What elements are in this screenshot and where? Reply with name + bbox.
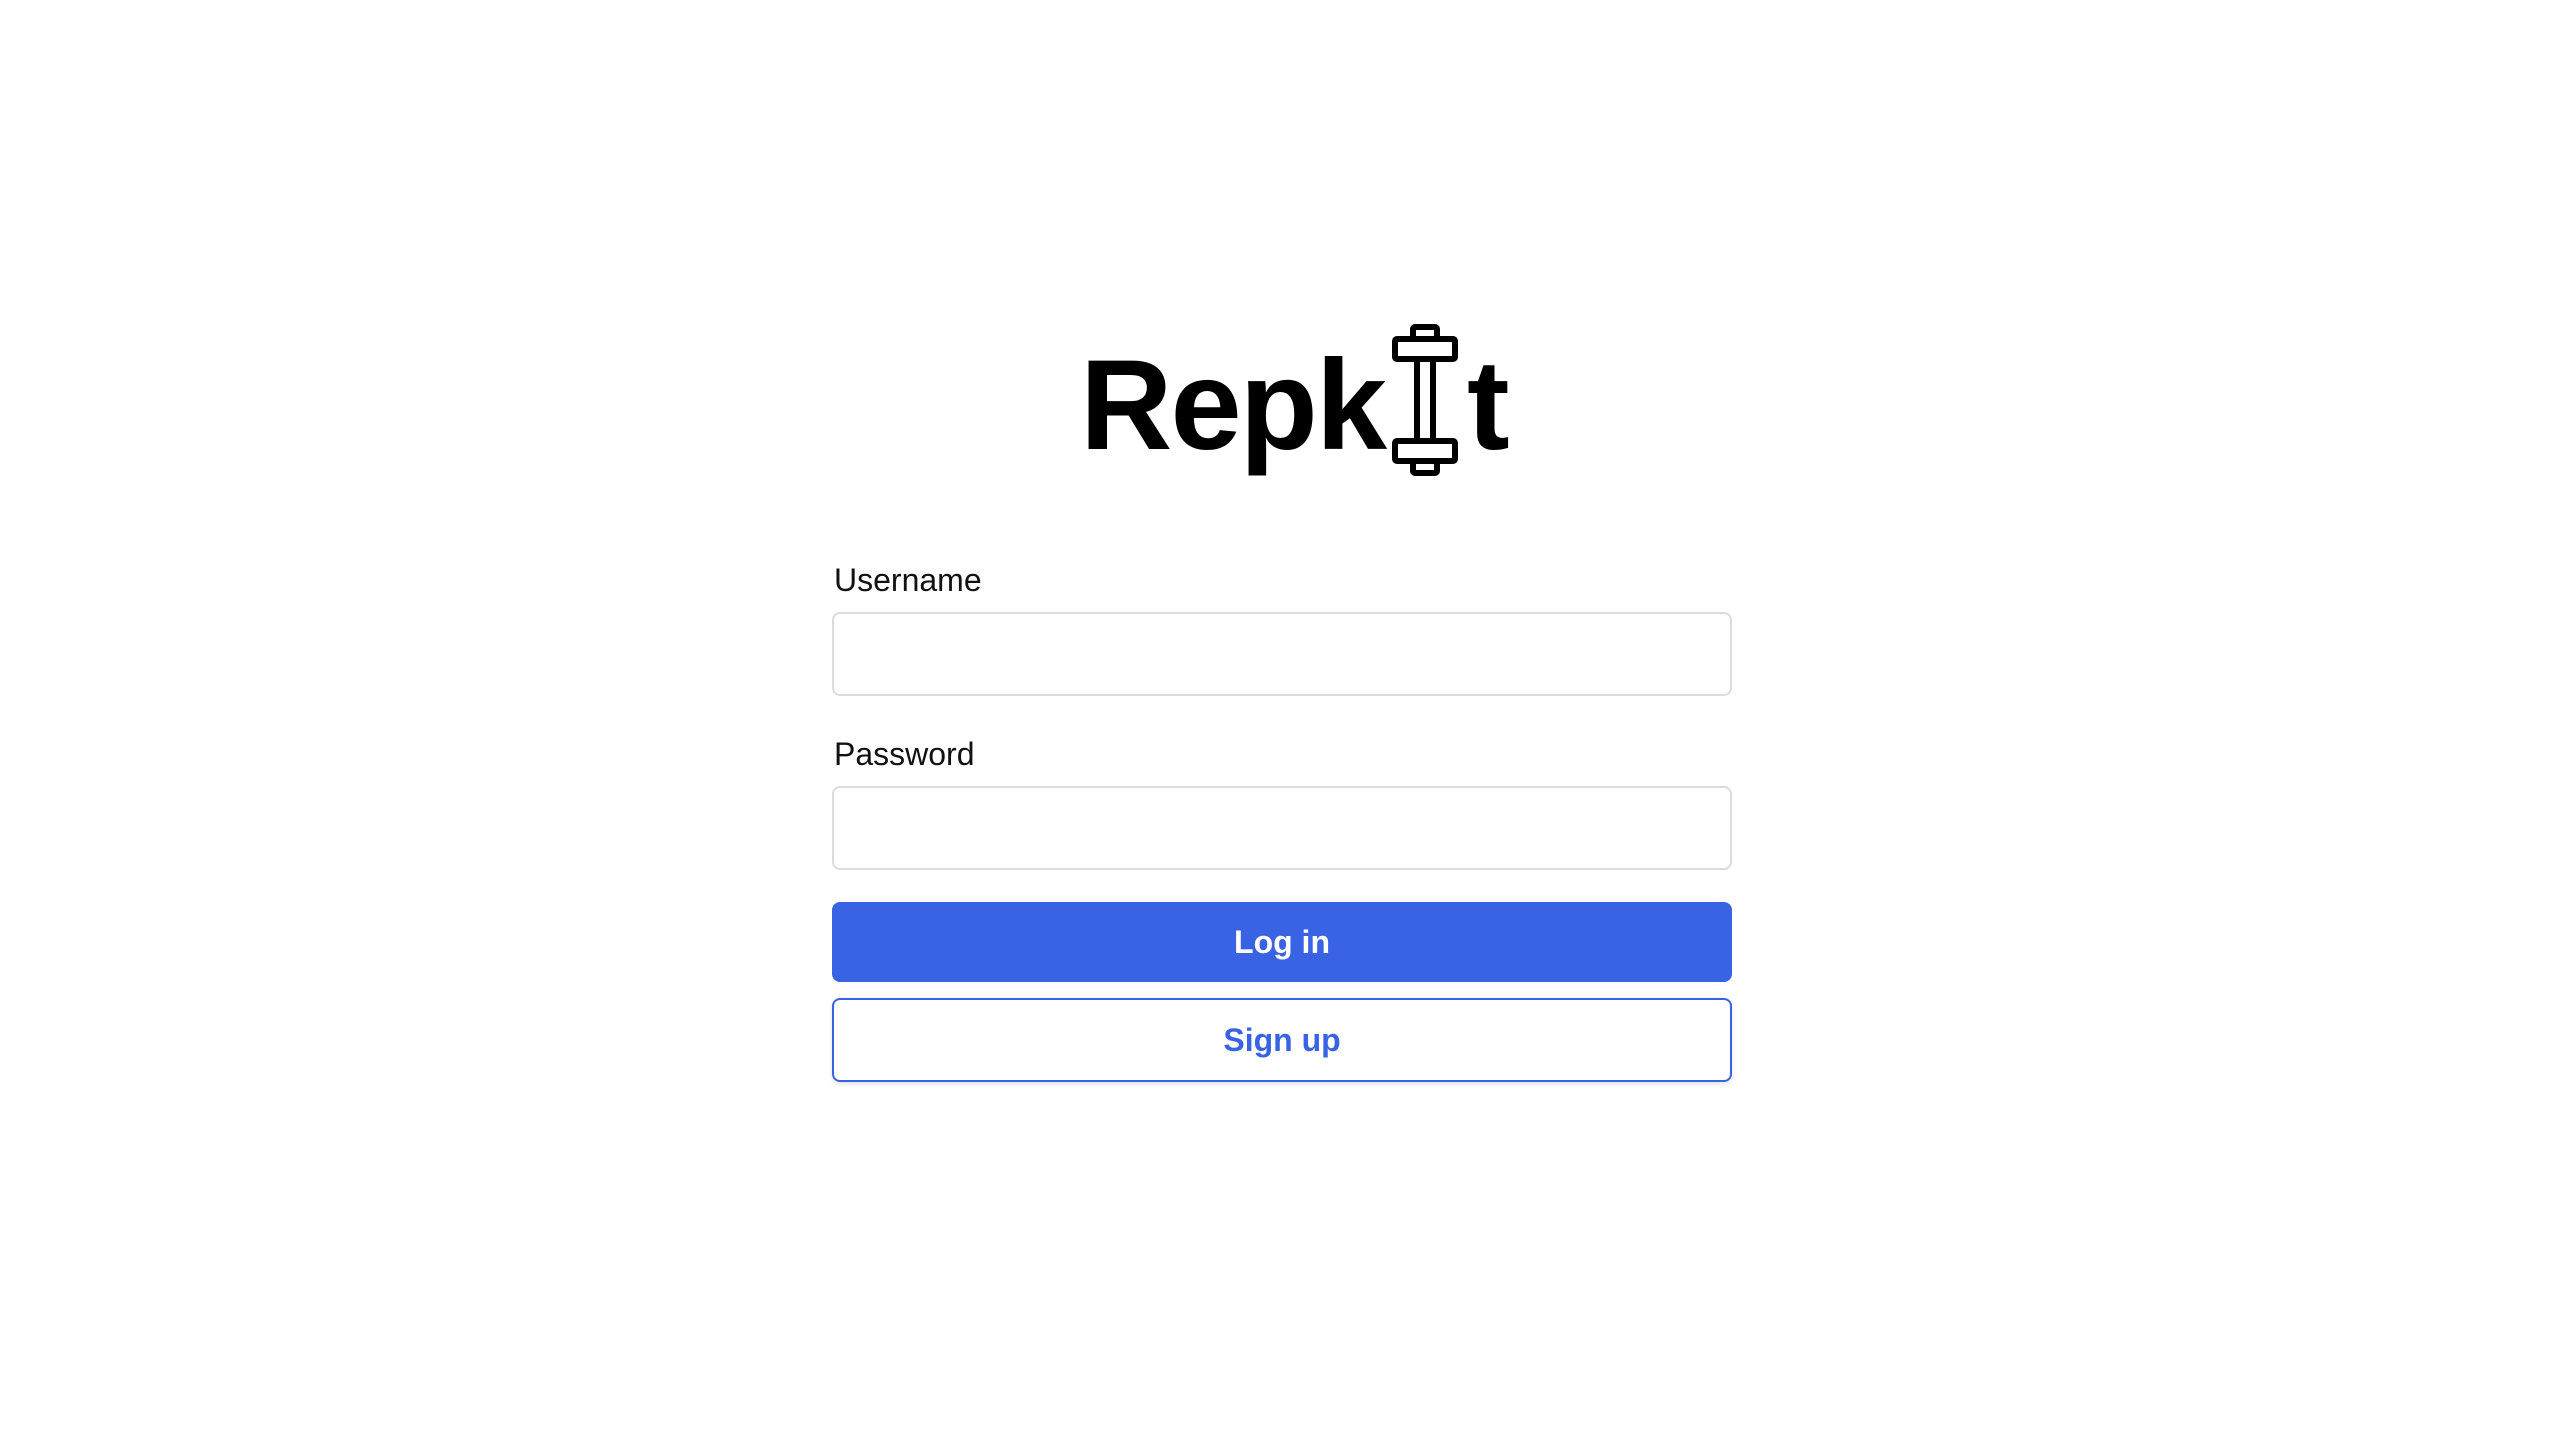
password-label: Password — [834, 736, 975, 772]
logo-row: Repk t — [1080, 310, 1510, 477]
password-group: Password — [832, 734, 1732, 870]
logo-text-start: Repk — [1080, 334, 1387, 477]
logo-text-end: t — [1467, 334, 1510, 477]
username-label: Username — [834, 562, 982, 598]
login-button[interactable]: Log in — [832, 902, 1732, 982]
login-form: Username Password Log in Sign up — [832, 560, 1732, 1082]
login-page: Repk t Username Password Log in Sign up — [0, 0, 2562, 1442]
username-group: Username — [832, 560, 1732, 696]
username-input[interactable] — [832, 612, 1732, 696]
signup-button[interactable]: Sign up — [832, 998, 1732, 1082]
password-input[interactable] — [832, 786, 1732, 870]
dumbbell-icon — [1389, 324, 1461, 476]
app-logo: Repk t — [1080, 310, 1510, 476]
